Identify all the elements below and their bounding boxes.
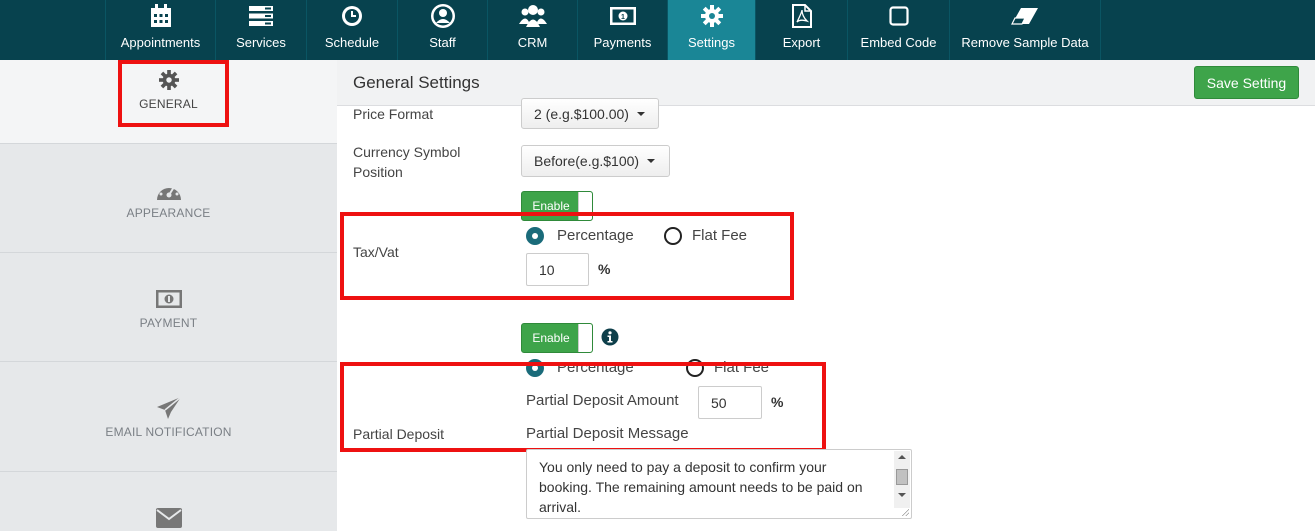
textarea-scrollbar[interactable] bbox=[894, 451, 910, 508]
deposit-percentage-radio[interactable] bbox=[526, 359, 544, 377]
price-format-value: 2 (e.g.$100.00) bbox=[534, 105, 629, 122]
tax-percentage-label: Percentage bbox=[557, 227, 634, 244]
nav-services[interactable]: Services bbox=[215, 0, 306, 60]
nav-label: Appointments bbox=[120, 35, 201, 50]
sidebar-item-appearance[interactable]: APPEARANCE bbox=[0, 144, 337, 253]
deposit-unit: % bbox=[771, 394, 784, 410]
tax-flat-fee-radio[interactable] bbox=[664, 227, 682, 245]
deposit-amount-label: Partial Deposit Amount bbox=[526, 392, 679, 409]
nav-label: Services bbox=[236, 35, 286, 50]
caret-down-icon bbox=[636, 111, 645, 116]
calendar-icon bbox=[106, 3, 215, 29]
square-icon bbox=[848, 3, 949, 29]
deposit-message-label: Partial Deposit Message bbox=[526, 425, 689, 442]
sidebar-item-email[interactable] bbox=[0, 472, 337, 531]
currency-position-value: Before(e.g.$100) bbox=[534, 153, 640, 169]
sidebar-item-payment[interactable]: PAYMENT bbox=[0, 253, 337, 362]
user-icon bbox=[398, 3, 487, 29]
dashboard-icon bbox=[0, 180, 337, 202]
scroll-up-icon bbox=[898, 455, 906, 459]
nav-crm[interactable]: CRM bbox=[487, 0, 577, 60]
save-setting-button[interactable]: Save Setting bbox=[1194, 66, 1299, 99]
toggle-label: Enable bbox=[532, 199, 570, 213]
toggle-label: Enable bbox=[532, 331, 570, 345]
main-content: General Settings Save Setting Price Form… bbox=[337, 60, 1315, 531]
nav-remove-sample-data[interactable]: Remove Sample Data bbox=[949, 0, 1101, 60]
deposit-percentage-label: Percentage bbox=[557, 359, 634, 376]
info-icon[interactable] bbox=[601, 328, 619, 351]
deposit-flat-fee-label: Flat Fee bbox=[714, 359, 770, 376]
page-title: General Settings bbox=[353, 73, 480, 92]
currency-position-label: Currency Symbol Position bbox=[353, 144, 461, 180]
nav-label: Schedule bbox=[324, 35, 380, 50]
pdf-icon bbox=[756, 3, 847, 29]
scroll-down-icon bbox=[898, 493, 906, 497]
price-format-label: Price Format bbox=[353, 106, 434, 122]
nav-staff[interactable]: Staff bbox=[397, 0, 487, 60]
nav-label: Export bbox=[782, 35, 821, 50]
sidebar-label: EMAIL NOTIFICATION bbox=[105, 425, 232, 439]
sidebar-item-email-notification[interactable]: EMAIL NOTIFICATION bbox=[0, 362, 337, 472]
currency-position-select[interactable]: Before(e.g.$100) bbox=[521, 145, 670, 177]
svg-text:1: 1 bbox=[621, 14, 625, 21]
deposit-label: Partial Deposit bbox=[353, 426, 445, 442]
gear-icon bbox=[0, 70, 337, 90]
deposit-message-text: You only need to pay a deposit to confir… bbox=[539, 459, 863, 515]
resize-handle-icon[interactable] bbox=[901, 508, 909, 516]
nav-label: Settings bbox=[688, 35, 735, 50]
sidebar-label: GENERAL bbox=[139, 97, 198, 111]
nav-label: Payments bbox=[593, 35, 652, 50]
toggle-knob bbox=[578, 324, 592, 352]
tax-unit: % bbox=[598, 261, 611, 277]
list-icon bbox=[216, 3, 306, 29]
nav-export[interactable]: Export bbox=[755, 0, 847, 60]
envelope-icon bbox=[0, 508, 337, 528]
nav-label: Staff bbox=[429, 35, 456, 50]
deposit-enable-toggle[interactable]: Enable bbox=[521, 323, 593, 353]
deposit-amount-input[interactable]: 50 bbox=[698, 386, 762, 419]
clock-icon bbox=[307, 3, 397, 29]
scroll-thumb[interactable] bbox=[896, 469, 908, 485]
settings-header: General Settings Save Setting bbox=[337, 60, 1315, 106]
nav-embed-code[interactable]: Embed Code bbox=[847, 0, 949, 60]
settings-sidebar: GENERAL APPEARANCE PAYMENT EMAIL NOTIFIC… bbox=[0, 60, 337, 531]
sidebar-label: APPEARANCE bbox=[126, 206, 211, 220]
nav-schedule[interactable]: Schedule bbox=[306, 0, 397, 60]
deposit-message-textarea[interactable]: You only need to pay a deposit to confir… bbox=[526, 449, 912, 519]
nav-appointments[interactable]: Appointments bbox=[105, 0, 215, 60]
nav-settings[interactable]: Settings bbox=[667, 0, 755, 60]
gear-icon bbox=[668, 3, 755, 29]
nav-label: CRM bbox=[517, 35, 548, 50]
eraser-icon bbox=[950, 3, 1100, 29]
caret-down-icon bbox=[647, 159, 656, 163]
sidebar-item-general[interactable]: GENERAL bbox=[0, 60, 337, 144]
nav-payments[interactable]: 1 Payments bbox=[577, 0, 667, 60]
money-icon bbox=[0, 290, 337, 308]
deposit-flat-fee-radio[interactable] bbox=[686, 359, 704, 377]
money-icon: 1 bbox=[578, 3, 667, 29]
top-navigation: Appointments Services Schedule Staff CRM… bbox=[0, 0, 1315, 60]
tax-percentage-radio[interactable] bbox=[526, 227, 544, 245]
users-icon bbox=[488, 3, 577, 29]
toggle-knob bbox=[578, 192, 592, 220]
sidebar-label: PAYMENT bbox=[139, 316, 198, 330]
tax-flat-fee-label: Flat Fee bbox=[692, 227, 748, 244]
nav-label: Embed Code bbox=[860, 35, 937, 50]
tax-value-input[interactable]: 10 bbox=[526, 253, 589, 286]
tax-enable-toggle[interactable]: Enable bbox=[521, 191, 593, 221]
tax-label: Tax/Vat bbox=[353, 244, 399, 260]
paper-plane-icon bbox=[0, 396, 337, 420]
price-format-select[interactable]: 2 (e.g.$100.00) bbox=[521, 98, 659, 129]
nav-label: Remove Sample Data bbox=[961, 35, 1089, 50]
